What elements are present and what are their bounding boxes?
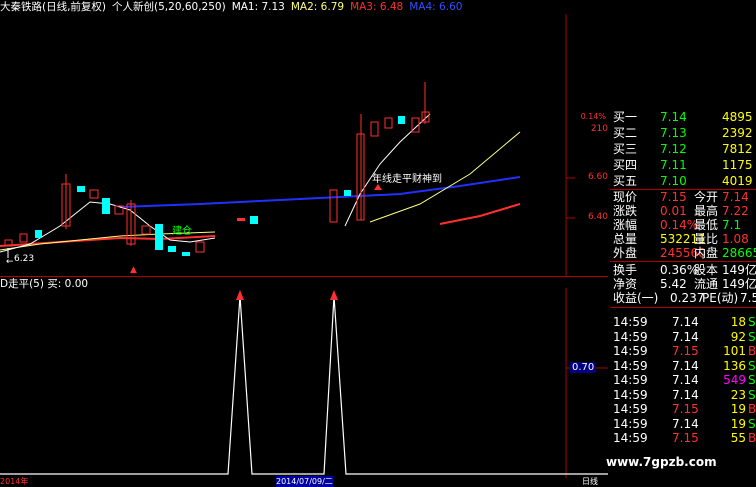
stat-row-1: 现价 7.15 今开 7.14 bbox=[613, 190, 749, 204]
tick-row: 14:59 7.14 136 S bbox=[613, 358, 756, 373]
bid-row-2: 买二 7.13 2392 bbox=[613, 126, 753, 140]
price-axis-210: 210 bbox=[590, 124, 608, 134]
chart-annotation: 年线走平财神到 bbox=[372, 174, 442, 185]
svg-text:←: ← bbox=[6, 257, 14, 267]
chart-header: 大秦铁路(日线,前复权) 个人新创(5,20,60,250) MA1: 7.13 MA… bbox=[0, 0, 600, 14]
stat-row-3: 涨幅 0.14% 最低 7.1 bbox=[613, 218, 742, 232]
ma3-value: MA3: 6.48 bbox=[350, 1, 404, 13]
axis-right-label[interactable]: 日线 bbox=[582, 476, 598, 487]
candles bbox=[4, 82, 430, 256]
stat-row-2: 涨跌 0.01 最高 7.22 bbox=[613, 204, 749, 218]
candle bbox=[398, 116, 405, 124]
candle bbox=[329, 189, 338, 223]
candle bbox=[384, 117, 393, 129]
ma1-value: MA1: 7.13 bbox=[231, 1, 285, 13]
tick-row: 14:59 7.14 18 S bbox=[613, 315, 756, 329]
candle bbox=[102, 198, 110, 214]
bid-row-1: 买一 7.14 4895 bbox=[613, 110, 753, 124]
stock-title[interactable]: 大秦铁路(日线,前复权) bbox=[0, 1, 106, 13]
ma2-value: MA2: 6.79 bbox=[290, 1, 345, 13]
ma3-line-right bbox=[439, 203, 521, 225]
indicator-chart[interactable] bbox=[0, 288, 608, 478]
axis-left-label: 2014年 bbox=[0, 477, 29, 486]
tick-row: 14:59 7.14 549 S bbox=[613, 373, 756, 387]
ma4-line bbox=[119, 176, 521, 208]
bid-row-3: 买三 7.12 7812 bbox=[613, 142, 753, 156]
ma4-value: MA4: 6.60 bbox=[409, 1, 463, 13]
indicator-axis-value: 0.70 bbox=[570, 362, 597, 373]
candle bbox=[155, 224, 163, 250]
indicator-params: 个人新创(5,20,60,250) bbox=[112, 1, 226, 13]
price-axis-640: 6.40 bbox=[587, 212, 608, 222]
candle bbox=[168, 246, 176, 252]
bid-row-4: 买四 7.11 1175 bbox=[613, 158, 753, 172]
buy-marker: ▲ bbox=[130, 265, 137, 275]
candle bbox=[141, 225, 151, 235]
candle bbox=[182, 252, 190, 256]
signal-marker-icon bbox=[236, 290, 244, 300]
candle bbox=[89, 189, 99, 199]
low-price-label: 6.23 bbox=[14, 254, 35, 264]
candle bbox=[19, 233, 28, 243]
price-axis-top: 0.14% bbox=[580, 112, 606, 121]
candle bbox=[35, 230, 42, 238]
stat-row-4: 总量 532211 量比 1.08 bbox=[613, 232, 749, 246]
candle bbox=[195, 241, 205, 253]
time-axis: 2014年 2014/07/09/二 日线 bbox=[0, 476, 608, 487]
tick-row: 14:59 7.15 55 B bbox=[613, 431, 756, 445]
axis-date-label: 2014/07/09/二 bbox=[276, 476, 333, 487]
stat2-row-2: 净资 5.42 流通 149亿 bbox=[613, 277, 756, 291]
candlestick-chart[interactable]: ▲ ← bbox=[0, 14, 608, 276]
indicator-line bbox=[0, 295, 608, 475]
candle bbox=[250, 216, 258, 224]
tick-row: 14:59 7.15 19 B bbox=[613, 402, 756, 416]
candle bbox=[77, 186, 85, 192]
price-axis-660: 6.60 bbox=[587, 172, 608, 182]
candle bbox=[237, 218, 245, 221]
quote-panel: 买一 7.14 4895 买二 7.13 2392 买三 7.12 7812 买四 7.11 1… bbox=[610, 110, 756, 487]
stat2-row-3: 收益(一) 0.237 PE(动) 7.5 bbox=[613, 291, 756, 305]
tick-row: 14:59 7.14 23 S bbox=[613, 387, 756, 402]
candle bbox=[370, 121, 379, 137]
watermark: www.7gpzb.com bbox=[606, 455, 717, 469]
tick-row: 14:59 7.15 101 B bbox=[613, 344, 756, 358]
candle bbox=[344, 190, 351, 196]
stat-row-5: 外盘245560内盘286651 bbox=[613, 246, 756, 260]
tick-row: 14:59 7.14 92 S bbox=[613, 329, 756, 344]
tick-row: 14:59 7.14 19 S bbox=[613, 416, 756, 431]
warehouse-label: 建仓 bbox=[172, 226, 192, 237]
signal-marker-icon bbox=[330, 290, 338, 300]
bid-row-5: 买五 7.10 4019 bbox=[613, 174, 753, 188]
stat2-row-1: 换手 0.36% 股本 149亿 bbox=[613, 263, 756, 277]
